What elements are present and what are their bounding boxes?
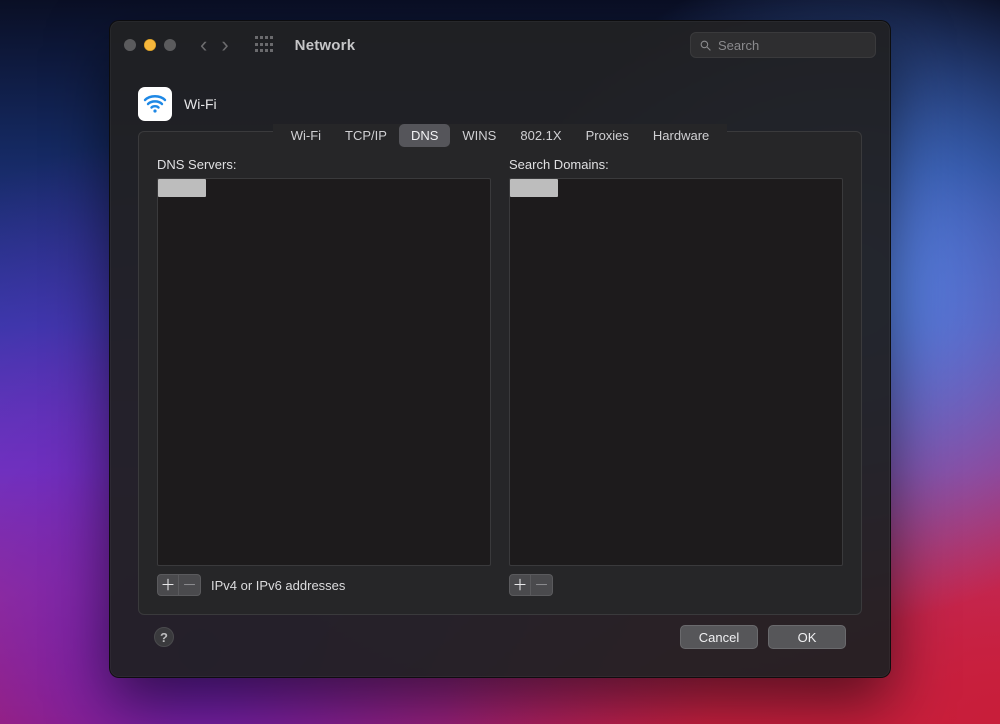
minus-icon: －: [534, 578, 549, 593]
zoom-window-button[interactable]: [164, 39, 176, 51]
add-dns-server-button[interactable]: ＋: [157, 574, 179, 596]
tab-hardware[interactable]: Hardware: [641, 124, 721, 147]
ok-button[interactable]: OK: [768, 625, 846, 649]
nav-arrows: ‹ ›: [200, 34, 229, 56]
tab-dns[interactable]: DNS: [399, 124, 450, 147]
back-icon[interactable]: ‹: [200, 34, 207, 56]
interface-name: Wi-Fi: [184, 96, 217, 112]
window-title: Network: [295, 37, 356, 54]
search-placeholder: Search: [718, 38, 759, 53]
plus-icon: ＋: [160, 578, 175, 593]
dns-columns: DNS Servers: ＋ － IPv4 or IPv6 addresses …: [139, 157, 861, 614]
tab-wins[interactable]: WINS: [450, 124, 508, 147]
interface-header: Wi-Fi: [138, 87, 862, 121]
search-domains-label: Search Domains:: [509, 157, 843, 172]
search-domain-entry[interactable]: [510, 179, 558, 197]
help-button[interactable]: ?: [154, 627, 174, 647]
dns-servers-column: DNS Servers: ＋ － IPv4 or IPv6 addresses: [157, 157, 491, 596]
forward-icon[interactable]: ›: [221, 34, 228, 56]
traffic-lights: [124, 39, 176, 51]
tab-bar: Wi-Fi TCP/IP DNS WINS 802.1X Proxies Har…: [139, 118, 861, 157]
search-input[interactable]: Search: [690, 32, 876, 58]
titlebar: ‹ › Network Search: [110, 21, 890, 69]
add-search-domain-button[interactable]: ＋: [509, 574, 531, 596]
settings-panel: Wi-Fi TCP/IP DNS WINS 802.1X Proxies Har…: [138, 131, 862, 615]
network-preferences-window: ‹ › Network Search Wi-Fi Wi-Fi TCP/IP DN…: [109, 20, 891, 678]
dns-hint: IPv4 or IPv6 addresses: [211, 578, 345, 593]
search-domains-list[interactable]: [509, 178, 843, 566]
show-all-prefs-icon[interactable]: [255, 36, 273, 54]
minus-icon: －: [182, 578, 197, 593]
cancel-button[interactable]: Cancel: [680, 625, 758, 649]
remove-search-domain-button[interactable]: －: [531, 574, 553, 596]
dns-server-entry[interactable]: [158, 179, 206, 197]
search-domains-controls: ＋ －: [509, 574, 843, 596]
tab-proxies[interactable]: Proxies: [574, 124, 641, 147]
plus-icon: ＋: [512, 578, 527, 593]
close-window-button[interactable]: [124, 39, 136, 51]
remove-dns-server-button[interactable]: －: [179, 574, 201, 596]
dns-servers-list[interactable]: [157, 178, 491, 566]
footer: ? Cancel OK: [138, 615, 862, 663]
dns-servers-controls: ＋ － IPv4 or IPv6 addresses: [157, 574, 491, 596]
wifi-icon: [138, 87, 172, 121]
search-icon: [699, 39, 712, 52]
tab-8021x[interactable]: 802.1X: [508, 124, 573, 147]
tab-wifi[interactable]: Wi-Fi: [279, 124, 333, 147]
search-domains-column: Search Domains: ＋ －: [509, 157, 843, 596]
help-icon: ?: [160, 630, 168, 645]
tab-tcpip[interactable]: TCP/IP: [333, 124, 399, 147]
body-area: Wi-Fi Wi-Fi TCP/IP DNS WINS 802.1X Proxi…: [110, 69, 890, 677]
dns-servers-label: DNS Servers:: [157, 157, 491, 172]
minimize-window-button[interactable]: [144, 39, 156, 51]
